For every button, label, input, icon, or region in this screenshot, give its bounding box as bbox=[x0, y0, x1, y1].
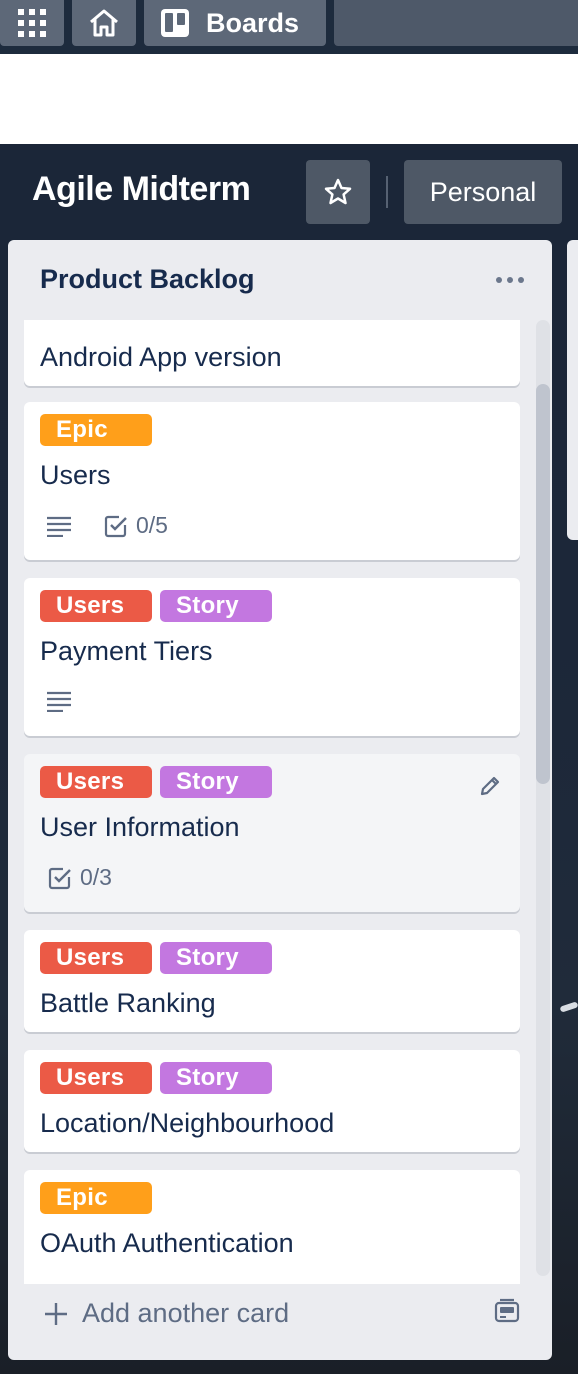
card-title: Payment Tiers bbox=[40, 636, 213, 666]
checklist-icon bbox=[104, 515, 127, 537]
home-button[interactable] bbox=[72, 0, 136, 46]
checklist-count: 0/3 bbox=[80, 864, 112, 890]
card-battle-ranking[interactable]: Users Story Battle Ranking bbox=[24, 930, 520, 1032]
card-template-icon[interactable] bbox=[494, 1298, 520, 1329]
home-icon bbox=[90, 9, 118, 37]
card-label: Story bbox=[160, 1062, 272, 1094]
description-icon bbox=[47, 691, 71, 712]
description-icon bbox=[47, 516, 71, 537]
pencil-icon[interactable] bbox=[478, 774, 502, 803]
boards-icon bbox=[161, 9, 189, 37]
card-title: Users bbox=[40, 460, 111, 490]
top-nav: Boards bbox=[0, 0, 578, 54]
card-label: Users bbox=[40, 590, 152, 622]
list-product-backlog: Product Backlog Android App version Epic… bbox=[8, 240, 552, 1360]
card-location-neighbourhood[interactable]: Users Story Location/Neighbourhood bbox=[24, 1050, 520, 1152]
card-label: Users bbox=[40, 1062, 152, 1094]
list-title[interactable]: Product Backlog bbox=[40, 264, 255, 295]
checklist-count: 0/5 bbox=[136, 512, 168, 538]
header-spacer bbox=[0, 54, 578, 144]
plus-icon bbox=[45, 1302, 67, 1325]
card-label: Epic bbox=[40, 1182, 152, 1214]
card-title: OAuth Authentication bbox=[40, 1228, 294, 1258]
card-label: Users bbox=[40, 942, 152, 974]
apps-button[interactable] bbox=[0, 0, 64, 46]
card-payment-tiers[interactable]: Users Story Payment Tiers bbox=[24, 578, 520, 736]
visibility-button[interactable]: Personal bbox=[404, 160, 562, 224]
card-user-information[interactable]: Users Story User Information 0/3 bbox=[24, 754, 520, 912]
card-users[interactable]: Epic Users 0/5 bbox=[24, 402, 520, 560]
checklist-icon bbox=[48, 867, 71, 889]
list-scrollbar-thumb[interactable] bbox=[536, 384, 550, 784]
checklist-badge: 0/5 bbox=[104, 512, 168, 539]
card-label: Story bbox=[160, 942, 272, 974]
more-horizontal-icon[interactable] bbox=[496, 270, 528, 290]
card-label: Epic bbox=[40, 414, 152, 446]
add-card-button[interactable]: Add another card bbox=[44, 1298, 289, 1329]
star-icon bbox=[324, 178, 352, 205]
card-oauth-authentication[interactable]: Epic OAuth Authentication bbox=[24, 1170, 520, 1284]
card-label: Users bbox=[40, 766, 152, 798]
card-label: Story bbox=[160, 590, 272, 622]
search-bar[interactable] bbox=[334, 0, 578, 46]
card-title: Location/Neighbourhood bbox=[40, 1108, 335, 1138]
add-card-label: Add another card bbox=[82, 1298, 290, 1328]
card-title: Android App version bbox=[40, 342, 282, 372]
background-decoration bbox=[559, 1001, 578, 1013]
card-title: User Information bbox=[40, 812, 240, 842]
card-label: Story bbox=[160, 766, 272, 798]
card-title: Battle Ranking bbox=[40, 988, 216, 1018]
apps-grid-icon bbox=[18, 9, 46, 37]
board-canvas: Agile Midterm Personal Product Backlog A… bbox=[0, 144, 578, 1374]
header-divider bbox=[386, 176, 388, 208]
board-title[interactable]: Agile Midterm bbox=[32, 170, 251, 209]
boards-button[interactable]: Boards bbox=[144, 0, 326, 46]
boards-label: Boards bbox=[206, 7, 300, 38]
checklist-badge: 0/3 bbox=[48, 864, 112, 891]
card-android-app-version[interactable]: Android App version bbox=[24, 320, 520, 386]
cards-container: Android App version Epic Users 0/5 Users… bbox=[8, 320, 552, 1284]
next-list-edge[interactable] bbox=[567, 240, 578, 540]
star-board-button[interactable] bbox=[306, 160, 370, 224]
